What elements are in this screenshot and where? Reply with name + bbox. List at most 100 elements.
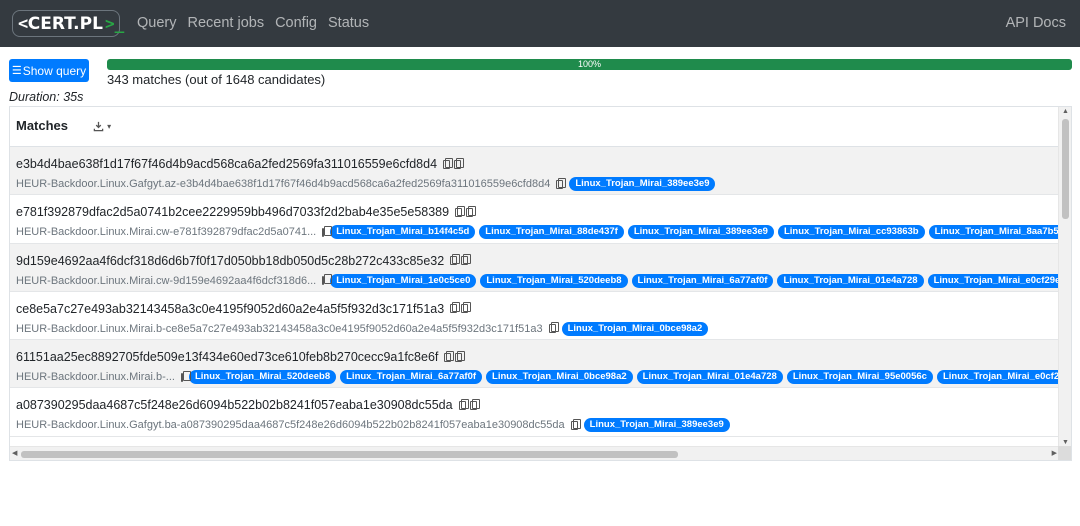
hash-line: e3b4d4bae638f1d17f67f46d4b9acd568ca6a2fe… [16,155,1059,173]
copy-icon[interactable] [548,322,559,334]
chevron-down-icon: ▾ [107,122,112,131]
hash-line: e781f392879dfac2d5a0741b2cee2229959bb496… [16,203,1059,221]
yara-rule-badge[interactable]: Linux_Trojan_Mirai_389ee3e9 [583,418,730,433]
copy-icon[interactable] [455,350,466,362]
file-name-line: HEUR-Backdoor.Linux.Mirai.b-... Linux_Tro… [16,368,1059,386]
matches-panel: Matches ▾ e3b4d4bae638f1d17f67f46d4b9acd… [9,106,1072,461]
copy-icon[interactable] [461,302,472,314]
yara-rule-badge[interactable]: Linux_Trojan_Mirai_01e4a728 [636,370,783,385]
horizontal-scroll-thumb[interactable] [21,451,678,458]
file-name: HEUR-Backdoor.Linux.Mirai.b-ce8e5a7c27e4… [16,322,543,335]
copy-icon[interactable] [454,157,465,169]
copy-icon[interactable] [461,254,472,266]
nav-config[interactable]: Config [275,15,317,31]
file-icon[interactable] [444,350,455,362]
copy-icon[interactable] [469,398,480,410]
file-name: HEUR-Backdoor.Linux.Mirai.cw-e781f392879… [16,226,317,239]
scrollbar-corner [1058,446,1071,460]
scroll-up-icon[interactable]: ▲ [1062,108,1069,115]
download-icon [93,121,104,131]
yara-rule-badge[interactable]: Linux_Trojan_Mirai_e0cf29e2 [927,273,1059,288]
yara-rule-badge[interactable]: Linux_Trojan_Mirai_520deeb8 [188,370,337,385]
file-icon[interactable] [455,205,466,217]
file-hash[interactable]: 9d159e4692aa4f6dcf318d6d6b7f0f17d050bb18… [16,254,444,268]
matches-list: e3b4d4bae638f1d17f67f46d4b9acd568ca6a2fe… [10,147,1059,437]
file-name-line: HEUR-Backdoor.Linux.Mirai.b-ce8e5a7c27e4… [16,320,1059,338]
hash-line: 61151aa25ec8892705fde509e13f434e60ed73ce… [16,348,1059,366]
scroll-down-icon[interactable]: ▼ [1062,439,1069,446]
file-name-line: HEUR-Backdoor.Linux.Mirai.cw-e781f392879… [16,223,1059,241]
file-icon[interactable] [450,254,461,266]
navbar: < CERT. PL >_ Query Recent jobs Config Stat… [0,0,1080,47]
match-count: 343 matches (out of 1648 candidates) [107,72,326,87]
show-query-label: Show query [22,63,87,78]
yara-rule-badge[interactable]: Linux_Trojan_Mirai_0bce98a2 [561,321,709,336]
matches-title: Matches [16,118,69,133]
file-hash[interactable]: e781f392879dfac2d5a0741b2cee2229959bb496… [16,205,449,219]
yara-rule-badge[interactable]: Linux_Trojan_Mirai_520deeb8 [480,273,628,288]
nav-recent-jobs[interactable]: Recent jobs [188,15,265,31]
yara-rule-badge[interactable]: Linux_Trojan_Mirai_1e0c5ce0 [330,273,477,288]
yara-rule-badge[interactable]: Linux_Trojan_Mirai_8aa7b5d3 [928,225,1059,240]
vertical-scrollbar[interactable]: ▲ ▼ [1058,107,1071,447]
file-hash[interactable]: ce8e5a7c27e493ab32143458a3c0e4195f9052d6… [16,302,444,316]
yara-rule-badge[interactable]: Linux_Trojan_Mirai_cc93863b [777,225,925,240]
scroll-right-icon[interactable]: ▶ [1052,449,1057,457]
table-row: 61151aa25ec8892705fde509e13f434e60ed73ce… [10,340,1059,389]
nav-api-docs[interactable]: API Docs [1006,15,1066,31]
file-name: HEUR-Backdoor.Linux.Mirai.cw-9d159e4692a… [16,274,317,287]
logo-text: CERT. [27,13,80,34]
copy-icon[interactable] [556,177,567,189]
nav-status[interactable]: Status [328,15,369,31]
cert-pl-logo[interactable]: < CERT. PL >_ [12,10,124,37]
hash-line: 9d159e4692aa4f6dcf318d6d6b7f0f17d050bb18… [16,252,1059,270]
table-row: a087390295daa4687c5f248e26d6094b522b02b8… [10,388,1059,437]
yara-rule-badge[interactable]: Linux_Trojan_Mirai_6a77af0f [340,370,483,385]
horizontal-scrollbar[interactable]: ◀ ▶ [10,446,1059,460]
logo-bracket: < [18,13,28,34]
progress-bar: 100% [107,59,1072,70]
duration: Duration: 35s [9,90,84,104]
table-row: 9d159e4692aa4f6dcf318d6d6b7f0f17d050bb18… [10,243,1059,292]
file-name-line: HEUR-Backdoor.Linux.Mirai.cw-9d159e4692a… [16,272,1059,290]
scroll-left-icon[interactable]: ◀ [12,449,17,457]
hash-line: a087390295daa4687c5f248e26d6094b522b02b8… [16,396,1059,414]
file-name: HEUR-Backdoor.Linux.Gafgyt.az-e3b4d4bae6… [16,178,551,190]
file-icon[interactable] [458,398,469,410]
nav-query[interactable]: Query [137,15,177,31]
file-icon[interactable] [443,157,454,169]
copy-icon[interactable] [322,225,333,237]
yara-rule-badge[interactable]: Linux_Trojan_Mirai_01e4a728 [777,273,924,288]
file-name-line: HEUR-Backdoor.Linux.Gafgyt.az-e3b4d4bae6… [16,175,1059,193]
table-row: ce8e5a7c27e493ab32143458a3c0e4195f9052d6… [10,292,1059,341]
yara-rule-badge[interactable]: Linux_Trojan_Mirai_389ee3e9 [627,225,774,240]
file-icon[interactable] [450,302,461,314]
show-query-button[interactable]: ☰ Show query [9,59,89,82]
matches-header: Matches ▾ [10,107,1059,147]
table-row: e781f392879dfac2d5a0741b2cee2229959bb496… [10,195,1059,244]
file-name-line: HEUR-Backdoor.Linux.Gafgyt.ba-a087390295… [16,416,1059,434]
progress-fill: 100% [107,59,1072,70]
file-hash[interactable]: 61151aa25ec8892705fde509e13f434e60ed73ce… [16,350,438,364]
yara-rule-badge[interactable]: Linux_Trojan_Mirai_0bce98a2 [486,370,633,385]
list-icon: ☰ [11,65,22,77]
logo-prompt: >_ [104,14,125,33]
nav-links: Query Recent jobs Config Status [137,15,369,31]
file-name: HEUR-Backdoor.Linux.Gafgyt.ba-a087390295… [16,419,565,432]
file-name: HEUR-Backdoor.Linux.Mirai.b-... [16,371,175,384]
file-hash[interactable]: e3b4d4bae638f1d17f67f46d4b9acd568ca6a2fe… [16,157,437,171]
copy-icon[interactable] [180,370,191,382]
file-hash[interactable]: a087390295daa4687c5f248e26d6094b522b02b8… [16,398,453,412]
yara-rule-badge[interactable]: Linux_Trojan_Mirai_6a77af0f [631,273,774,288]
yara-rule-badge[interactable]: Linux_Trojan_Mirai_88de437f [479,225,624,240]
yara-rule-badge[interactable]: Linux_Trojan_Mirai_e0cf29e2 [936,370,1059,385]
download-dropdown[interactable]: ▾ [93,120,111,132]
vertical-scroll-thumb[interactable] [1062,119,1069,219]
logo-pl: PL [79,13,103,34]
copy-icon[interactable] [322,274,333,286]
yara-rule-badge[interactable]: Linux_Trojan_Mirai_95e0056c [786,370,933,385]
yara-rule-badge[interactable]: Linux_Trojan_Mirai_389ee3e9 [569,177,716,191]
copy-icon[interactable] [570,418,581,430]
copy-icon[interactable] [466,205,477,217]
yara-rule-badge[interactable]: Linux_Trojan_Mirai_b14f4c5d [330,225,476,240]
